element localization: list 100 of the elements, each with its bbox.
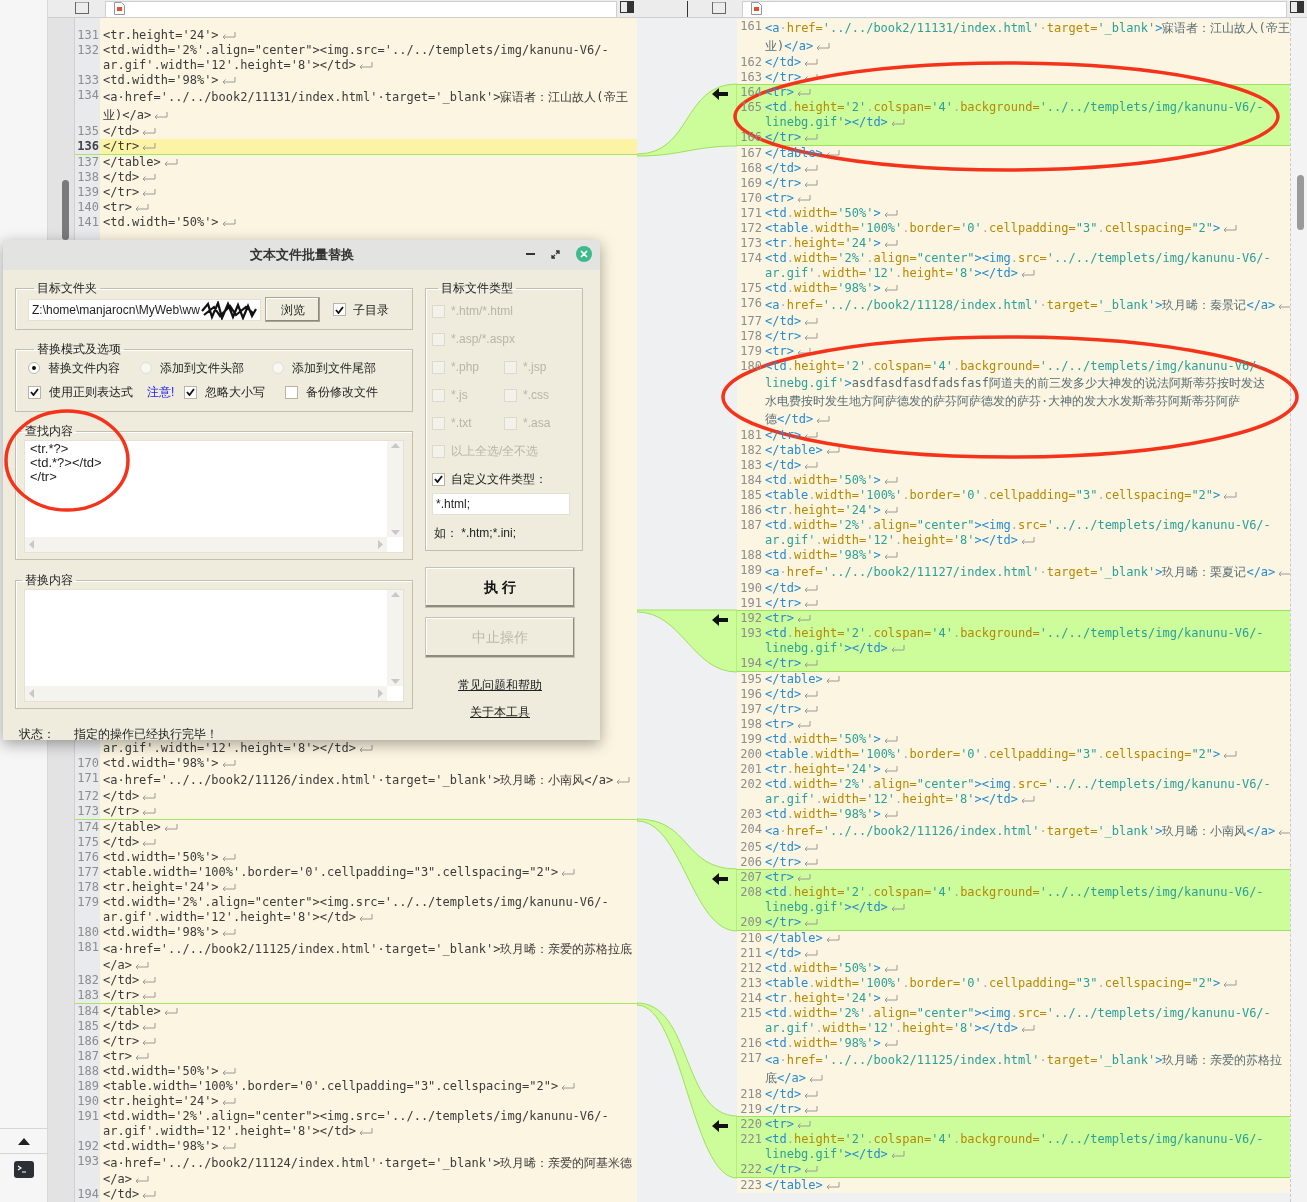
line-end-icon <box>795 721 811 728</box>
line-end-icon <box>133 204 149 211</box>
line-number: 134 <box>76 88 100 104</box>
horizontal-scrollbar[interactable] <box>25 537 387 552</box>
left-arrow-icon[interactable] <box>712 88 728 100</box>
radio-button[interactable] <box>140 362 152 374</box>
line-end-icon <box>882 477 898 484</box>
line-number: 177 <box>739 314 763 329</box>
line-number: 194 <box>76 1187 100 1202</box>
vertical-scrollbar[interactable] <box>387 441 403 537</box>
group-label: 查找内容 <box>24 423 74 440</box>
text-area-panel[interactable]: <tr.*?> <td.*?></td> </tr> <box>24 440 404 553</box>
left-arrow-icon[interactable] <box>712 614 728 626</box>
line-number: 133 <box>76 73 100 88</box>
terminal-icon[interactable] <box>13 1160 34 1178</box>
code-line: </td> <box>765 687 802 702</box>
notice-link[interactable]: 注意! <box>147 383 175 401</box>
down-arrow-icon[interactable] <box>390 679 400 684</box>
line-end-icon <box>133 1053 149 1060</box>
up-arrow-icon[interactable] <box>390 443 400 448</box>
line-number: 132 <box>76 43 100 59</box>
line-end-icon <box>220 1068 236 1075</box>
caret-up-icon[interactable] <box>17 1137 30 1145</box>
checkbox[interactable] <box>333 303 346 316</box>
code-line: ar.gif'.width='12'.height='8'></td> <box>103 910 356 925</box>
radio-button[interactable] <box>272 362 284 374</box>
vertical-scrollbar[interactable] <box>387 590 403 686</box>
help-link[interactable]: 关于本工具 <box>470 703 530 721</box>
line-number: 206 <box>739 855 763 870</box>
action-button[interactable]: 执 行 <box>425 567 575 608</box>
down-arrow-icon[interactable] <box>390 530 400 535</box>
line-number: 138 <box>76 170 100 185</box>
line-number: 192 <box>76 1139 100 1154</box>
code-line: </td> <box>765 946 802 961</box>
line-end-icon <box>882 965 898 972</box>
line-number: 189 <box>739 563 763 579</box>
line-number: 191 <box>76 1109 100 1125</box>
line-number: 179 <box>76 895 100 911</box>
code-line: <td.width='50%'> <box>765 206 881 221</box>
restore-icon[interactable] <box>551 249 560 259</box>
split-view-icon[interactable] <box>620 1 634 13</box>
line-end-icon <box>357 745 373 752</box>
horizontal-scrollbar[interactable] <box>25 686 387 701</box>
code-line: <tr.height='24'> <box>103 880 219 895</box>
line-number: 196 <box>739 687 763 702</box>
split-view-icon[interactable] <box>1290 1 1304 13</box>
path-field[interactable]: Z:\home\manjarocn\MyWeb\ww <box>28 298 261 321</box>
line-number: 184 <box>76 1004 100 1019</box>
code-line: <a·href='../../book2/11124/index.html'·target='_blank'>玖月晞：亲爱的阿基米德 <box>103 1155 633 1171</box>
code-line: </tr> <box>103 185 140 200</box>
line-end-icon <box>133 962 149 969</box>
line-number: 194 <box>739 656 763 671</box>
left-arrow-icon[interactable] <box>712 873 728 885</box>
line-end-icon <box>882 736 898 743</box>
scrollbar-thumb[interactable] <box>1297 175 1304 230</box>
up-arrow-icon[interactable] <box>390 592 400 597</box>
file-type-field[interactable]: *.html; <box>432 493 570 515</box>
scrollbar-thumb[interactable] <box>62 180 69 240</box>
line-number: 178 <box>76 880 100 895</box>
checkbox[interactable] <box>432 472 445 486</box>
close-icon[interactable] <box>576 246 592 262</box>
checkbox[interactable] <box>184 385 198 399</box>
line-end-icon <box>803 1106 819 1113</box>
code-line: </tr> <box>765 1162 802 1177</box>
line-end-icon <box>220 219 236 226</box>
code-line: ar.gif'.width='12'.height='8'></td> <box>103 1124 356 1139</box>
browse-button[interactable]: 浏览 <box>265 297 320 322</box>
code-line: linebg.gif'></td> <box>765 1147 888 1162</box>
right-arrow-icon[interactable] <box>378 689 383 698</box>
code-line: <td.width='50%'> <box>103 1064 219 1079</box>
line-number: 187 <box>739 518 763 534</box>
code-line: </td> <box>765 314 802 329</box>
code-line: ar.gif'.width='12'.height='8'></td> <box>103 58 356 73</box>
line-end-icon <box>795 89 811 96</box>
line-end-icon <box>1019 537 1035 544</box>
minimize-icon[interactable] <box>526 253 535 255</box>
left-arrow-icon[interactable] <box>712 1120 728 1132</box>
line-end-icon <box>803 134 819 141</box>
help-link[interactable]: 常见问题和帮助 <box>458 676 542 694</box>
code-line: </tr> <box>765 855 802 870</box>
code-line: </tr> <box>765 596 802 611</box>
code-line: </table> <box>103 1004 161 1019</box>
right-arrow-icon[interactable] <box>378 540 383 549</box>
line-number: 195 <box>739 672 763 687</box>
checkbox[interactable] <box>285 385 299 399</box>
line-number: 215 <box>739 1006 763 1022</box>
line-end-icon <box>141 977 157 984</box>
line-end-icon <box>803 432 819 439</box>
line-end-icon <box>141 1023 157 1030</box>
line-end-icon <box>803 844 819 851</box>
code-line: <td.width='2%'.align="center"><img.src='../../templets/img/kanunu-V6/- <box>765 518 1271 533</box>
checkbox[interactable] <box>28 385 41 399</box>
text-area-panel[interactable] <box>24 589 404 702</box>
radio-button[interactable] <box>28 362 40 374</box>
line-number: 221 <box>739 1132 763 1148</box>
code-line: </td> <box>103 1019 140 1034</box>
line-end-icon <box>220 1098 236 1105</box>
line-end-icon <box>882 285 898 292</box>
line-number: 140 <box>76 200 100 215</box>
line-number: 177 <box>76 865 100 880</box>
